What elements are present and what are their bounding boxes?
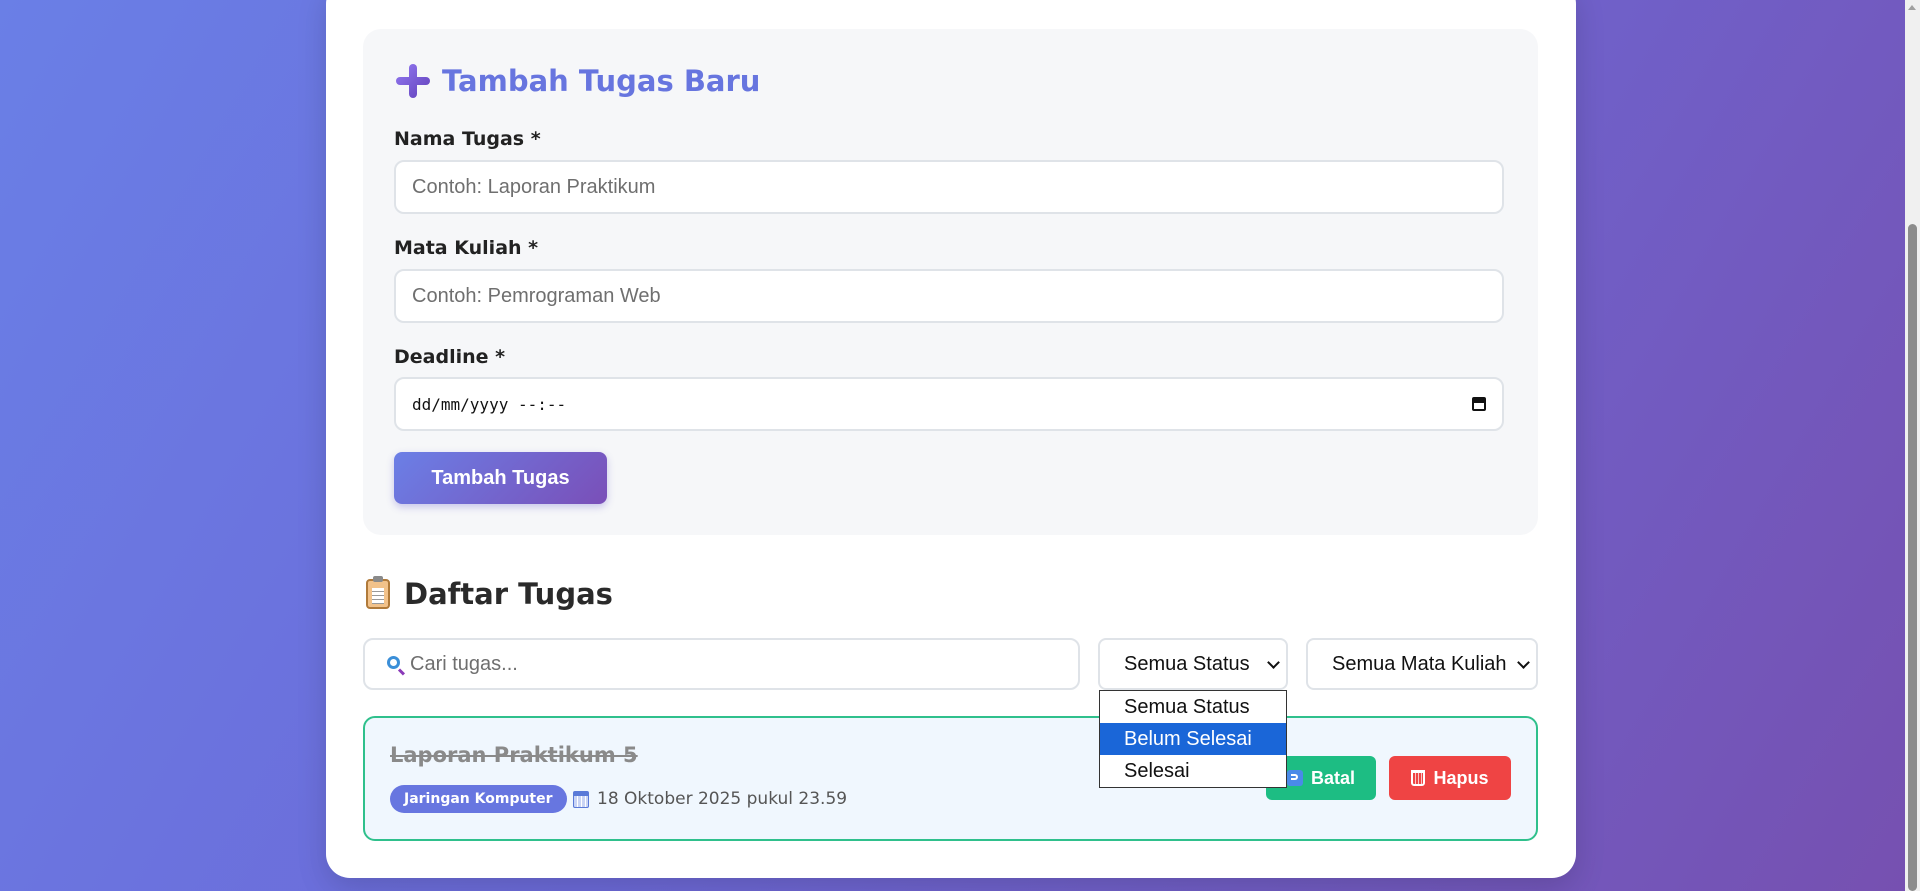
form-title-text: Tambah Tugas Baru (442, 64, 761, 98)
delete-button[interactable]: Hapus (1389, 756, 1511, 800)
undo-button-label: Batal (1310, 767, 1355, 788)
status-filter-select[interactable]: Semua Status (1098, 638, 1288, 690)
chevron-down-icon (1267, 655, 1280, 669)
undo-icon (1286, 770, 1303, 786)
chevron-down-icon (1517, 655, 1530, 669)
clipboard-icon (366, 576, 390, 609)
page-scrollbar[interactable] (1905, 0, 1920, 891)
task-list-title: Daftar Tugas (366, 574, 613, 614)
form-title: Tambah Tugas Baru (396, 60, 760, 102)
course-input[interactable] (394, 269, 1504, 323)
task-name-label: Nama Tugas * (394, 128, 541, 150)
task-deadline-text: 18 Oktober 2025 pukul 23.59 (597, 789, 848, 809)
calendar-icon (573, 790, 589, 808)
delete-button-label: Hapus (1433, 767, 1489, 788)
task-name-input[interactable] (394, 160, 1504, 214)
search-input[interactable] (408, 651, 1052, 677)
status-dropdown-list: Semua Status Belum Selesai Selesai (1099, 690, 1287, 788)
scroll-up-arrow-icon[interactable] (1908, 5, 1916, 10)
course-filter-value: Semua Mata Kuliah (1332, 652, 1507, 675)
search-box[interactable] (363, 638, 1080, 690)
course-badge: Jaringan Komputer (390, 785, 567, 813)
status-filter-value: Semua Status (1124, 652, 1250, 675)
course-label: Mata Kuliah * (394, 237, 539, 259)
task-name: Laporan Praktikum 5 (390, 743, 638, 767)
trash-icon (1411, 770, 1426, 786)
deadline-label: Deadline * (394, 346, 506, 368)
deadline-placeholder: dd/mm/yyyy --:-- (412, 394, 567, 414)
plus-icon (396, 64, 430, 98)
scroll-thumb[interactable] (1908, 224, 1917, 891)
status-option[interactable]: Belum Selesai (1100, 723, 1286, 755)
add-task-button[interactable]: Tambah Tugas (394, 452, 607, 504)
status-option[interactable]: Semua Status (1100, 691, 1286, 723)
calendar-icon[interactable] (1472, 397, 1486, 411)
deadline-input[interactable]: dd/mm/yyyy --:-- (394, 377, 1504, 431)
task-list-title-text: Daftar Tugas (404, 577, 613, 611)
task-deadline: 18 Oktober 2025 pukul 23.59 (573, 786, 847, 812)
search-icon (387, 656, 400, 669)
course-filter-select[interactable]: Semua Mata Kuliah (1306, 638, 1538, 690)
status-option[interactable]: Selesai (1100, 755, 1286, 787)
